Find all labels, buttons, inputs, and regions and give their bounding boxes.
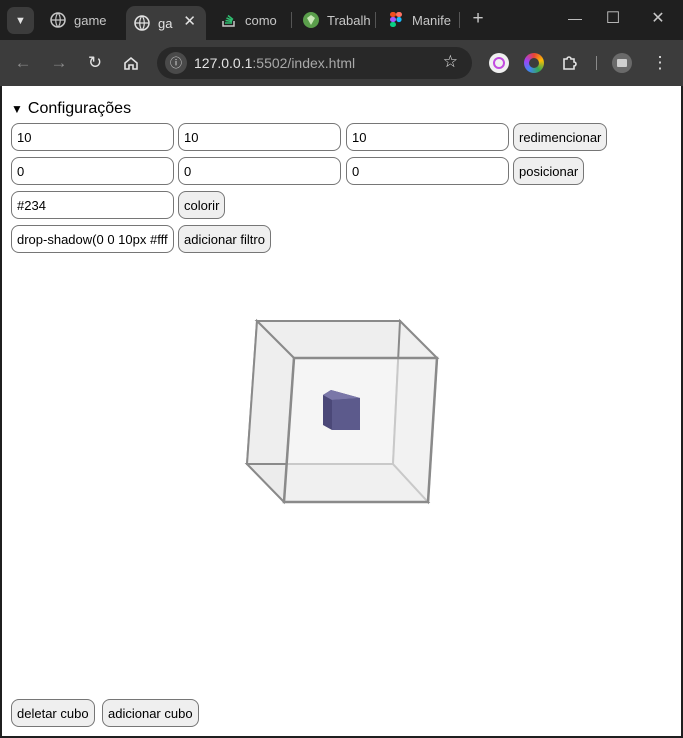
stackoverflow-icon [221,12,237,28]
globe-icon [50,12,66,28]
browser-toolbar: ← → ↻ ⓘ 127.0.0.1:5502/index.html ☆ ⋮ [0,40,683,86]
delete-cube-button[interactable]: deletar cubo [11,699,95,727]
tab-manifesto[interactable]: Manife [380,5,454,35]
tab-active[interactable]: ga ✕ [126,6,206,40]
profile-avatar[interactable] [612,53,632,73]
tab-game[interactable]: game [42,5,122,35]
extension-icon-1[interactable] [489,53,509,73]
tab-title: Manife [412,12,452,28]
bookmark-star-icon[interactable]: ☆ [443,52,458,72]
home-icon[interactable] [120,52,142,74]
reload-icon[interactable]: ↻ [84,52,106,74]
tab-trabalho[interactable]: Trabalh [295,5,373,35]
tab-title: ga [158,15,173,31]
page-viewport: ▼ Configurações 10 10 10 redimencionar 0 … [2,86,681,736]
url-path: :5502/index.html [252,55,356,71]
maximize-icon[interactable]: ☐ [603,8,623,28]
cube-front [332,398,360,430]
figma-icon [388,12,404,28]
tab-title: Trabalh [327,12,371,28]
forward-arrow-icon[interactable]: → [48,52,70,74]
minimize-icon[interactable]: — [565,10,585,26]
url-host: 127.0.0.1 [194,55,253,71]
tab-separator [459,12,460,28]
container-front-face [282,356,439,504]
more-menu-icon[interactable]: ⋮ [649,52,671,74]
chevron-down-icon: ▼ [15,14,26,27]
back-arrow-icon[interactable]: ← [12,52,34,74]
extensions-puzzle-icon[interactable] [560,53,580,73]
close-tab-icon[interactable]: ✕ [183,12,196,30]
site-info-icon[interactable]: ⓘ [165,52,187,74]
green-logo-icon [303,12,319,28]
tab-como[interactable]: como c [213,5,279,35]
tab-search-button[interactable]: ▼ [7,7,34,34]
tab-title: game [74,12,107,28]
toolbar-separator [596,56,597,70]
close-window-icon[interactable]: ✕ [648,8,668,28]
globe-icon [134,15,150,31]
cube-scene [244,318,440,505]
tab-strip: ▼ game ga ✕ como c Trabalh Manife + — [0,0,683,40]
tab-separator [375,12,376,28]
extension-icon-2[interactable] [524,53,544,73]
tab-separator [291,12,292,28]
address-bar[interactable]: ⓘ 127.0.0.1:5502/index.html ☆ [157,47,472,79]
url-text[interactable]: 127.0.0.1:5502/index.html [194,55,355,71]
add-cube-button[interactable]: adicionar cubo [102,699,199,727]
new-tab-button[interactable]: + [467,8,489,30]
tab-title: como c [245,12,279,28]
